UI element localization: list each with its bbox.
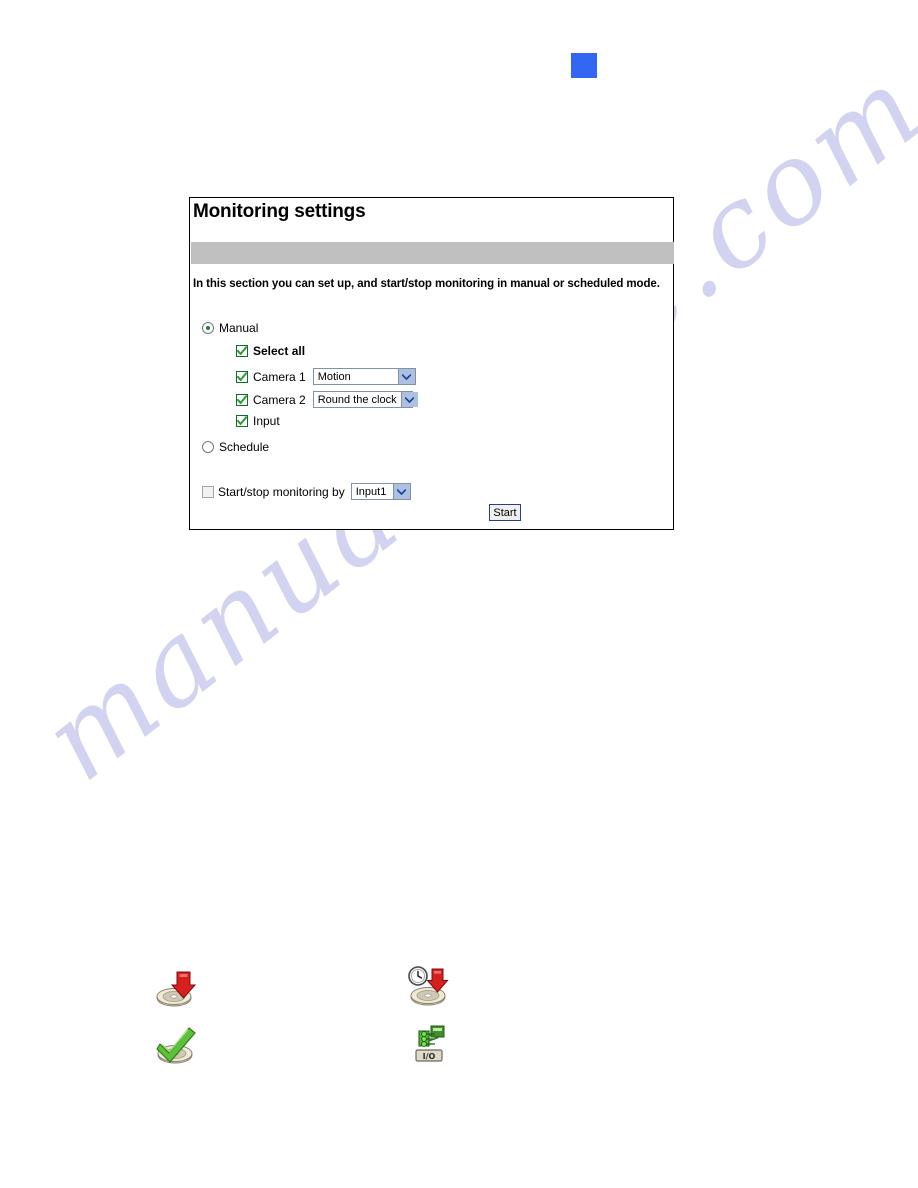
select-trigger-input[interactable]: Input1: [350, 483, 411, 500]
select-camera-2-mode[interactable]: Round the clock: [312, 391, 418, 408]
checkbox-camera-1-icon[interactable]: [236, 370, 248, 383]
scheduled-recording-icon: [407, 965, 451, 1009]
chevron-down-icon[interactable]: [397, 369, 415, 384]
checkbox-select-all-icon[interactable]: [236, 345, 248, 357]
page-watermark: manualshive.com: [0, 0, 918, 1188]
start-button[interactable]: Start: [489, 504, 521, 521]
panel-description: In this section you can set up, and star…: [193, 278, 660, 290]
checkbox-input-row[interactable]: Input: [236, 415, 280, 427]
radio-option-schedule[interactable]: Schedule: [202, 441, 269, 453]
select-camera-1-value: Motion: [317, 370, 351, 383]
chevron-down-icon[interactable]: [400, 392, 418, 407]
legend-icon-grid: I/O: [0, 0, 918, 1188]
checkbox-startstop-monitoring-icon[interactable]: [202, 485, 214, 498]
panel-divider-bar: [191, 242, 674, 264]
checkbox-camera-1-row[interactable]: Camera 1 Motion: [236, 368, 416, 385]
select-camera-2-value: Round the clock: [317, 393, 397, 406]
radio-option-manual[interactable]: Manual: [202, 322, 258, 334]
chevron-down-icon[interactable]: [392, 484, 410, 499]
checkbox-camera-1-label: Camera 1: [253, 369, 306, 384]
checkbox-select-all[interactable]: Select all: [236, 345, 305, 357]
checkbox-camera-2-row[interactable]: Camera 2 Round the clock: [236, 391, 418, 408]
recording-start-icon: [155, 967, 199, 1011]
checkbox-camera-2-icon[interactable]: [236, 393, 248, 406]
blue-square-marker: [571, 53, 597, 78]
checkbox-startstop-monitoring-label: Start/stop monitoring by: [218, 484, 345, 499]
recording-ok-icon: [156, 1024, 200, 1068]
select-trigger-input-value: Input1: [355, 485, 387, 498]
io-device-status-icon: I/O: [407, 1022, 451, 1066]
checkbox-input-label: Input: [253, 414, 280, 428]
page-title: Monitoring settings: [193, 201, 366, 222]
monitoring-settings-panel: Monitoring settings In this section you …: [189, 197, 674, 530]
radio-manual-label: Manual: [219, 321, 259, 335]
select-camera-1-mode[interactable]: Motion: [312, 368, 416, 385]
radio-manual-icon[interactable]: [202, 322, 214, 334]
checkbox-select-all-label: Select all: [253, 344, 306, 358]
radio-schedule-label: Schedule: [219, 440, 270, 454]
svg-text:I/O: I/O: [423, 1052, 436, 1061]
checkbox-camera-2-label: Camera 2: [253, 392, 306, 407]
radio-schedule-icon[interactable]: [202, 441, 214, 453]
checkbox-input-icon[interactable]: [236, 415, 248, 427]
checkbox-startstop-monitoring-row[interactable]: Start/stop monitoring by Input1: [202, 483, 411, 500]
